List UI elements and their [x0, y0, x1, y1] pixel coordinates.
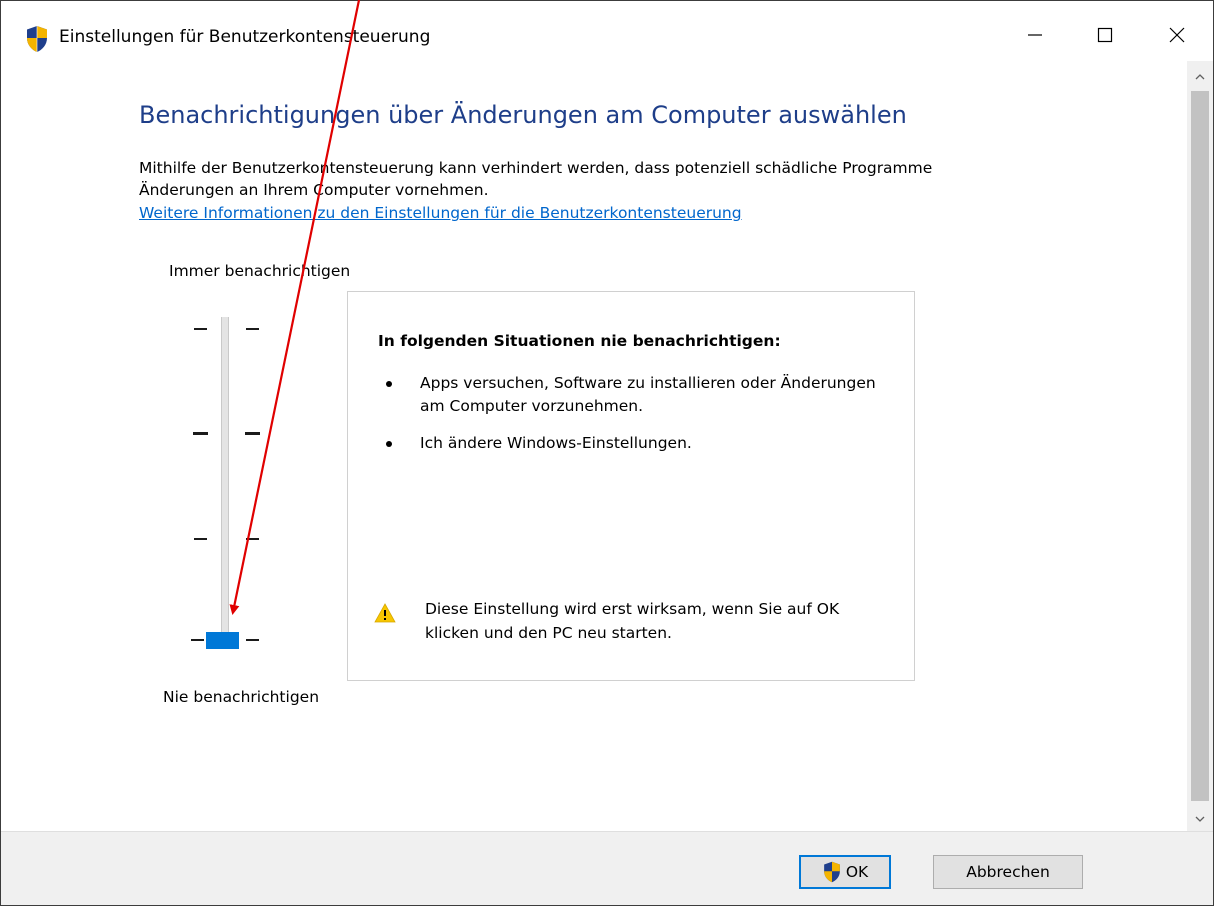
minimize-icon: [1027, 27, 1043, 47]
uac-shield-icon: [25, 25, 49, 53]
slider-bottom-label: Nie benachrichtigen: [163, 688, 320, 706]
close-button[interactable]: [1147, 15, 1207, 59]
slider-tick-right-2: [246, 538, 259, 540]
ok-button[interactable]: OK: [799, 855, 891, 889]
slider-tick-left-4: [194, 328, 207, 330]
uac-shield-icon: [822, 861, 842, 883]
info-title: In folgenden Situationen nie benachricht…: [378, 332, 781, 350]
warning-text: Diese Einstellung wird erst wirksam, wen…: [425, 597, 885, 645]
content-area: Benachrichtigungen über Änderungen am Co…: [1, 61, 1187, 831]
info-item-text: Ich ändere Windows-Einstellungen.: [420, 434, 692, 452]
minimize-button[interactable]: [1005, 15, 1065, 59]
warning-line-2: klicken und den PC neu starten.: [425, 624, 672, 642]
ok-button-label: OK: [845, 863, 869, 881]
slider-top-label: Immer benachrichtigen: [169, 262, 351, 280]
maximize-button[interactable]: [1075, 15, 1135, 59]
description-line-2: Änderungen an Ihrem Computer vornehmen.: [139, 181, 489, 199]
info-list: Apps versuchen, Software zu installieren…: [378, 372, 880, 469]
uac-settings-window: Einstellungen für Benutzerkontensteuerun…: [0, 0, 1214, 906]
bullet-icon: [386, 441, 392, 447]
window-title: Einstellungen für Benutzerkontensteuerun…: [59, 27, 431, 47]
slider-track[interactable]: [221, 317, 229, 647]
scroll-up-button[interactable]: [1187, 61, 1213, 89]
bullet-icon: [386, 381, 392, 387]
chevron-up-icon: [1195, 66, 1205, 85]
slider-tick-right-1: [246, 639, 259, 641]
warning-line-1: Diese Einstellung wird erst wirksam, wen…: [425, 600, 840, 618]
chevron-down-icon: [1195, 808, 1205, 827]
notification-level-slider[interactable]: [184, 317, 274, 657]
info-panel: In folgenden Situationen nie benachricht…: [347, 291, 915, 681]
scrollbar-thumb[interactable]: [1191, 91, 1209, 801]
warning-icon: [374, 603, 396, 623]
more-info-link[interactable]: Weitere Informationen zu den Einstellung…: [139, 204, 742, 222]
info-list-item: Ich ändere Windows-Einstellungen.: [378, 432, 880, 455]
slider-tick-left-2: [194, 538, 207, 540]
description-line-1: Mithilfe der Benutzerkontensteuerung kan…: [139, 159, 933, 177]
slider-tick-right-3: [245, 432, 260, 435]
info-list-item: Apps versuchen, Software zu installieren…: [378, 372, 880, 418]
maximize-icon: [1097, 27, 1113, 47]
info-item-text: Apps versuchen, Software zu installieren…: [420, 374, 876, 415]
slider-thumb[interactable]: [206, 632, 239, 649]
close-icon: [1169, 27, 1185, 47]
slider-tick-right-4: [246, 328, 259, 330]
description: Mithilfe der Benutzerkontensteuerung kan…: [139, 157, 1059, 201]
vertical-scrollbar[interactable]: [1187, 61, 1213, 831]
page-heading: Benachrichtigungen über Änderungen am Co…: [139, 101, 907, 129]
scroll-down-button[interactable]: [1187, 803, 1213, 831]
slider-tick-left-1: [191, 639, 204, 641]
slider-tick-left-3: [193, 432, 208, 435]
cancel-button[interactable]: Abbrechen: [933, 855, 1083, 889]
button-bar: OK Abbrechen: [1, 831, 1213, 905]
